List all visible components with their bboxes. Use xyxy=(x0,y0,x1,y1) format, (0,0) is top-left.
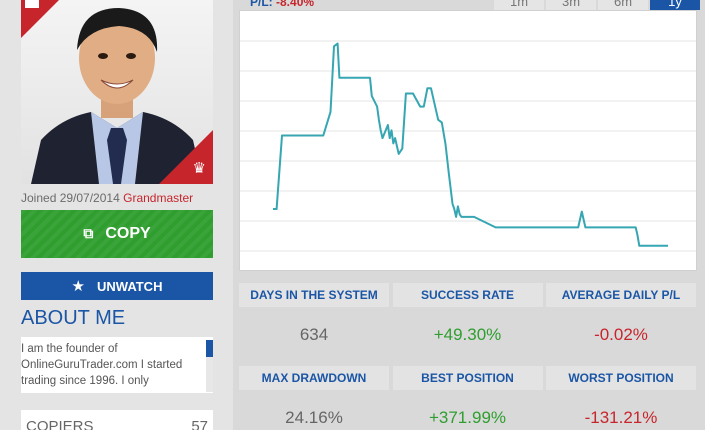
about-box[interactable]: I am the founder of OnlineGuruTrader.com… xyxy=(21,337,213,393)
trader-sidebar: ♛ Joined 29/07/2014 Grandmaster ⧉ COPY ★… xyxy=(0,0,233,430)
range-tabs: 1m 3m 6m 1y xyxy=(494,0,700,10)
stat-value: +49.30% xyxy=(433,325,502,344)
stat-value: -0.02% xyxy=(594,325,648,344)
joined-date: Joined 29/07/2014 xyxy=(21,191,120,205)
trader-photo: ♛ xyxy=(21,0,213,184)
stat-label: WORST POSITION xyxy=(546,366,696,390)
pl-value: -8.40% xyxy=(276,0,315,9)
range-tab-1m[interactable]: 1m xyxy=(494,0,544,10)
pl-summary: P/L: -8.40% xyxy=(250,0,314,9)
rank-badge-icon: ♛ xyxy=(192,159,206,177)
joined-info: Joined 29/07/2014 Grandmaster xyxy=(21,191,193,205)
stat-label: BEST POSITION xyxy=(392,366,543,390)
about-text: I am the founder of OnlineGuruTrader.com… xyxy=(21,343,183,387)
copy-button-label: COPY xyxy=(105,225,151,242)
range-tab-1y[interactable]: 1y xyxy=(650,0,700,10)
about-scrollbar-thumb[interactable] xyxy=(206,340,213,357)
star-remove-icon: ★ xyxy=(71,277,85,295)
pl-label: P/L: xyxy=(250,0,273,9)
copiers-label: COPIERS xyxy=(26,418,94,430)
about-scrollbar[interactable] xyxy=(206,340,213,392)
stat-value: 634 xyxy=(299,325,329,344)
stat-label: SUCCESS RATE xyxy=(392,283,543,307)
stat-label: DAYS IN THE SYSTEM xyxy=(239,283,389,307)
pl-chart xyxy=(239,10,697,271)
unwatch-button-label: UNWATCH xyxy=(96,278,163,294)
unwatch-button[interactable]: ★ UNWATCH xyxy=(21,272,213,300)
stat-label: AVERAGE DAILY P/L xyxy=(546,283,696,307)
ribbon-mark xyxy=(25,0,39,8)
pl-chart-svg xyxy=(240,40,696,252)
copiers-box: COPIERS 57 xyxy=(21,410,213,430)
range-tab-3m[interactable]: 3m xyxy=(546,0,596,10)
rank-label: Grandmaster xyxy=(123,191,194,205)
pl-series-line xyxy=(273,42,668,247)
range-tab-6m[interactable]: 6m xyxy=(598,0,648,10)
stat-value: +371.99% xyxy=(428,408,507,427)
copiers-value: 57 xyxy=(191,418,208,430)
copy-button[interactable]: ⧉ COPY xyxy=(21,210,213,258)
stat-label: MAX DRAWDOWN xyxy=(239,366,389,390)
stat-value: 24.16% xyxy=(285,408,343,427)
copy-people-icon: ⧉ xyxy=(83,226,94,242)
about-title: ABOUT ME xyxy=(21,307,126,329)
stat-value: -131.21% xyxy=(584,408,658,427)
